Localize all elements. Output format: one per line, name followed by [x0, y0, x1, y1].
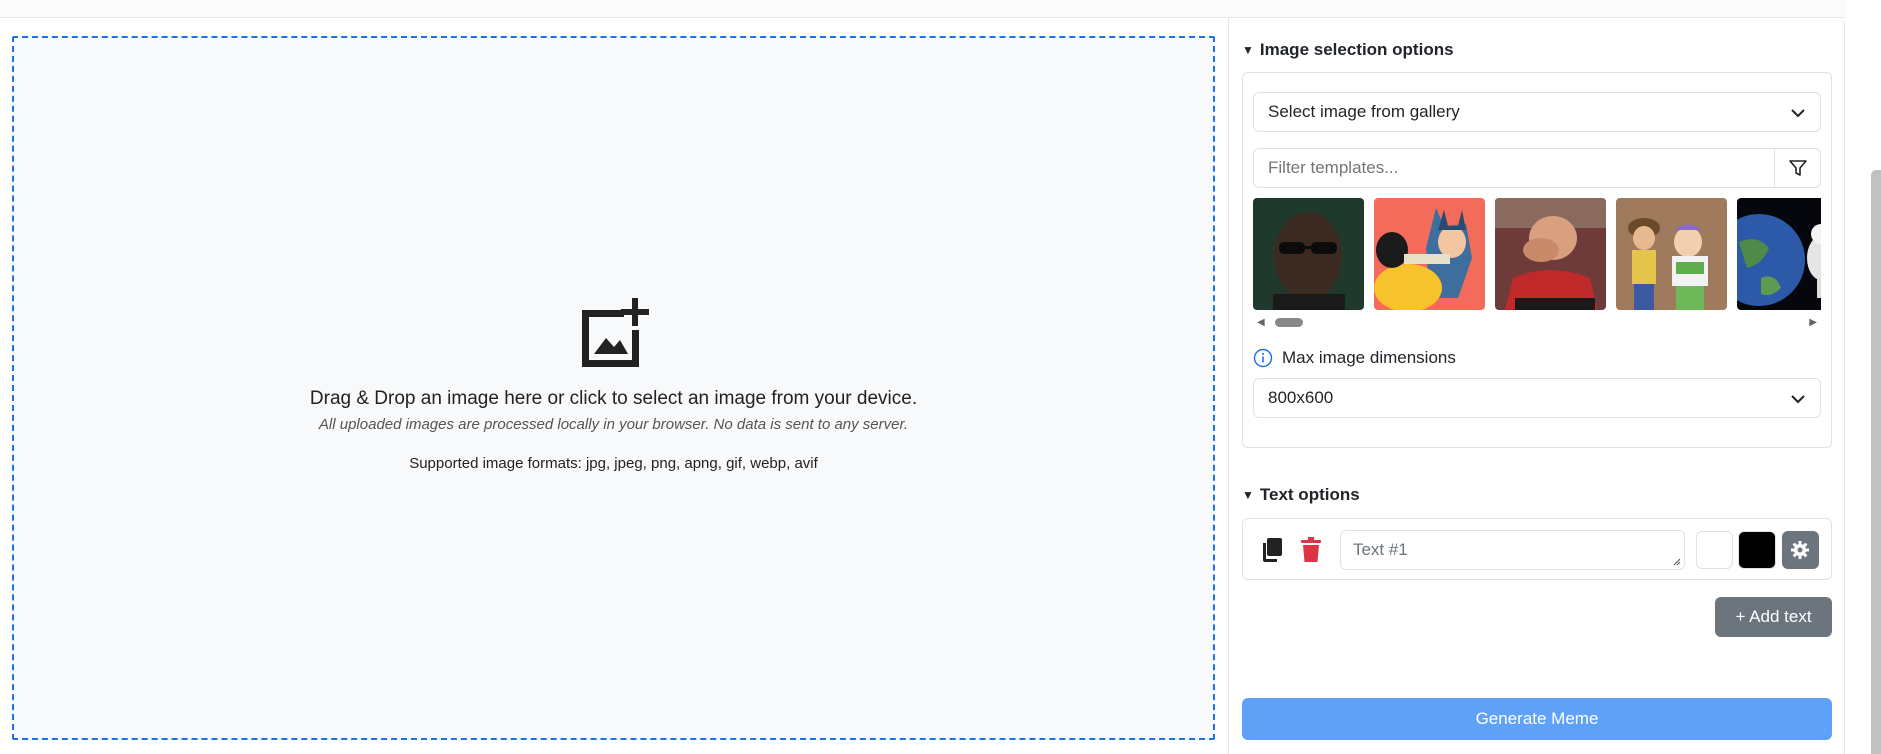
supported-formats: Supported image formats: jpg, jpeg, png,…	[409, 455, 818, 472]
template-thumb-picard-facepalm[interactable]	[1495, 198, 1606, 310]
text-fill-color-swatch[interactable]	[1695, 531, 1734, 569]
copy-icon	[1262, 538, 1282, 562]
gallery-scrollbar[interactable]: ◀ ▶	[1253, 314, 1821, 330]
template-thumb-batman-slapping-robin[interactable]	[1374, 198, 1485, 310]
filter-button[interactable]	[1774, 148, 1821, 188]
add-text-button[interactable]: + Add text	[1715, 597, 1832, 637]
text-options-toggle[interactable]: ▼ Text options	[1242, 485, 1360, 505]
template-thumb-matrix-morpheus[interactable]	[1253, 198, 1364, 310]
duplicate-text-button[interactable]	[1255, 533, 1288, 567]
image-options-toggle[interactable]: ▼ Image selection options	[1242, 40, 1454, 60]
info-icon[interactable]	[1253, 348, 1273, 368]
delete-text-button[interactable]	[1294, 533, 1327, 567]
image-options-panel: Select image from gallery Filter templat…	[1242, 72, 1832, 448]
template-thumb-buzz-and-woody[interactable]	[1616, 198, 1727, 310]
text-stroke-color-swatch[interactable]	[1738, 531, 1776, 569]
dropzone-privacy-note: All uploaded images are processed locall…	[318, 416, 909, 433]
gallery-select[interactable]: Select image from gallery	[1253, 92, 1821, 132]
template-filter-input[interactable]	[1253, 148, 1774, 188]
chevron-down-icon	[1791, 395, 1805, 404]
trash-icon	[1301, 537, 1322, 562]
template-gallery	[1253, 198, 1821, 310]
scroll-right-icon[interactable]: ▶	[1809, 317, 1817, 328]
chevron-down-icon	[1791, 109, 1805, 118]
page-scrollbar[interactable]	[1871, 170, 1881, 754]
max-dimensions-value: 800x600	[1268, 388, 1334, 407]
text-item-row: Text #1	[1243, 519, 1831, 581]
scroll-left-icon[interactable]: ◀	[1257, 317, 1265, 328]
text-1-placeholder: Text #1	[1352, 540, 1408, 559]
template-filter-row	[1253, 148, 1821, 188]
max-dimensions-select[interactable]: 800x600	[1253, 378, 1821, 418]
max-dimensions-label-row: Max image dimensions	[1253, 348, 1821, 368]
template-thumb-astronaut-earth[interactable]	[1737, 198, 1821, 310]
filter-icon	[1788, 160, 1807, 176]
text-options-title: Text options	[1259, 485, 1360, 504]
gallery-select-value: Select image from gallery	[1268, 102, 1460, 121]
max-dimensions-label: Max image dimensions	[1282, 348, 1456, 367]
triangle-down-icon: ▼	[1242, 488, 1254, 502]
app: Drag & Drop an image here or click to se…	[0, 0, 1881, 754]
generate-meme-button[interactable]: Generate Meme	[1242, 698, 1832, 740]
top-bar	[0, 0, 1845, 18]
resize-handle-icon[interactable]	[1673, 558, 1681, 566]
options-sidebar: ▼ Image selection options Select image f…	[1242, 18, 1832, 754]
column-divider	[1228, 18, 1229, 754]
text-options-panel: Text #1	[1242, 518, 1832, 580]
text-settings-button[interactable]	[1781, 531, 1819, 569]
dropzone-instruction: Drag & Drop an image here or click to se…	[309, 388, 918, 409]
triangle-down-icon: ▼	[1242, 43, 1254, 57]
dropzone-content: Drag & Drop an image here or click to se…	[14, 296, 1213, 472]
add-image-icon	[581, 298, 649, 367]
gallery-scroll-thumb[interactable]	[1275, 318, 1303, 327]
image-options-title: Image selection options	[1259, 40, 1454, 59]
text-1-input[interactable]: Text #1	[1339, 530, 1685, 570]
gear-icon	[1791, 541, 1810, 559]
image-dropzone[interactable]: Drag & Drop an image here or click to se…	[12, 36, 1215, 740]
